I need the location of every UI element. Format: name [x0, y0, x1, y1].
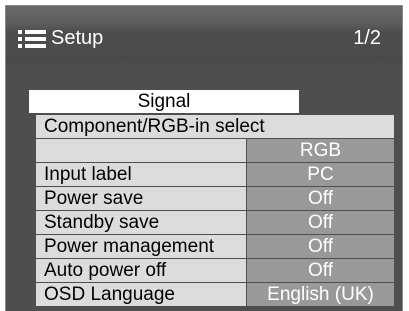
title-bar: Setup 1/2	[6, 6, 402, 63]
auto-power-off-label[interactable]: Auto power off	[36, 259, 246, 282]
component-rgb-select-label[interactable]: Component/RGB-in select	[36, 115, 394, 138]
signal-button[interactable]: Signal	[29, 90, 299, 113]
osd-language-value[interactable]: English (UK)	[247, 283, 394, 306]
standby-save-label[interactable]: Standby save	[36, 211, 246, 234]
input-label-value[interactable]: PC	[247, 163, 394, 186]
power-save-value[interactable]: Off	[247, 187, 394, 210]
power-management-label[interactable]: Power management	[36, 235, 246, 258]
component-rgb-select-spacer	[36, 139, 246, 162]
auto-power-off-value[interactable]: Off	[247, 259, 394, 282]
power-management-value[interactable]: Off	[247, 235, 394, 258]
setup-menu-window: Setup 1/2 Signal Component/RGB-in select…	[5, 5, 403, 311]
component-rgb-select-value[interactable]: RGB	[247, 139, 394, 162]
page-indicator: 1/2	[353, 27, 381, 49]
input-label-label[interactable]: Input label	[36, 163, 246, 186]
menu-list-icon	[18, 28, 46, 50]
power-save-label[interactable]: Power save	[36, 187, 246, 210]
osd-language-label[interactable]: OSD Language	[36, 283, 246, 306]
page-title: Setup	[51, 27, 104, 49]
standby-save-value[interactable]: Off	[247, 211, 394, 234]
